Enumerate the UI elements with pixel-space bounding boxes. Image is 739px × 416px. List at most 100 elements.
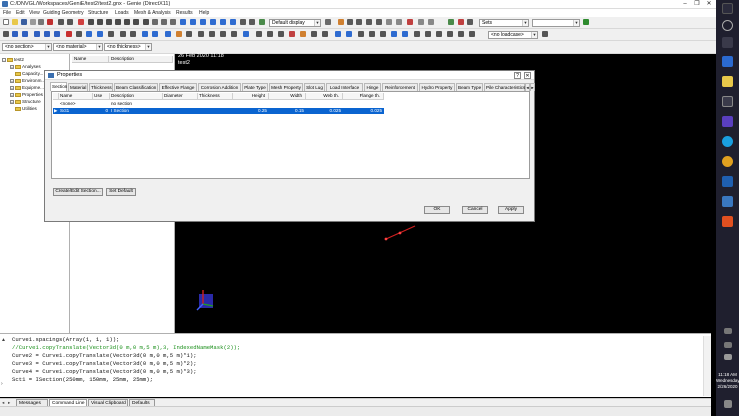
copy-icon[interactable] [30, 19, 36, 25]
beam-icon[interactable] [34, 31, 40, 37]
expand-icon[interactable]: + [10, 85, 14, 90]
menu-loads[interactable]: Loads [115, 10, 129, 16]
thickness-combo[interactable]: <no thickness> ▼ [104, 43, 152, 51]
surface-load-icon[interactable] [231, 31, 237, 37]
expand-icon[interactable]: + [10, 99, 14, 104]
menu-help[interactable]: Help [199, 10, 209, 16]
expand-icon[interactable]: + [10, 92, 14, 97]
dialog-close-button[interactable]: ✕ [524, 72, 531, 79]
tab-beam-type[interactable]: Beam Type [456, 83, 483, 91]
column-header-description[interactable]: Description [110, 93, 163, 100]
check-icon[interactable] [78, 19, 84, 25]
select-icon[interactable] [88, 19, 94, 25]
tree-item-utilities[interactable]: +Utilities [10, 106, 37, 111]
sets-icon[interactable] [448, 19, 454, 25]
menu-file[interactable]: File [3, 10, 11, 16]
clock-day[interactable]: Wednesday [716, 378, 739, 383]
render-icon[interactable] [230, 19, 236, 25]
tab-load-interface[interactable]: Load Interface [326, 83, 363, 91]
column-header-use[interactable]: Use [93, 93, 110, 100]
file-explorer-icon[interactable] [722, 76, 733, 87]
label-toggle-icon[interactable] [369, 31, 375, 37]
table-icon[interactable] [386, 19, 392, 25]
collapse-icon[interactable]: - [2, 57, 6, 62]
dimension-icon[interactable] [380, 31, 386, 37]
tab-section[interactable]: Section [50, 82, 67, 91]
curve-icon[interactable] [22, 31, 28, 37]
thickness-icon[interactable] [186, 31, 192, 37]
loadcase-combo[interactable]: <no loadcase> ▼ [488, 31, 538, 39]
compartment-icon[interactable] [425, 31, 431, 37]
iso-view-icon[interactable] [200, 19, 206, 25]
undo-icon[interactable] [58, 19, 64, 25]
tab-thickness[interactable]: Thickness [89, 83, 113, 91]
command-scrollbar[interactable] [703, 336, 711, 396]
open-folder-icon[interactable] [12, 19, 18, 25]
skype-icon[interactable] [722, 136, 733, 147]
point-load-icon[interactable] [209, 31, 215, 37]
apply-button[interactable]: Apply [498, 206, 524, 214]
equipment-icon[interactable] [414, 31, 420, 37]
grid-icon[interactable] [376, 19, 382, 25]
set-default-button[interactable]: Set Default [106, 188, 136, 196]
point-icon[interactable] [3, 31, 9, 37]
sets-add-icon[interactable] [467, 19, 473, 25]
print-icon[interactable] [38, 19, 44, 25]
people-icon[interactable] [724, 328, 732, 334]
maximize-button[interactable]: ❐ [691, 0, 703, 8]
view-z-icon[interactable] [170, 19, 176, 25]
tree-item-structure[interactable]: + Structure [10, 99, 41, 104]
wind-icon[interactable] [278, 31, 284, 37]
tab-mesh-property[interactable]: Mesh Property [269, 83, 303, 91]
measure-icon[interactable] [338, 19, 344, 25]
cube-icon[interactable] [180, 19, 186, 25]
material-icon[interactable] [176, 31, 182, 37]
tree-item-capacity[interactable]: +Capacity... [10, 71, 43, 76]
set-value-combo[interactable]: ▼ [532, 19, 580, 27]
chrome-icon[interactable] [722, 156, 733, 167]
create-edit-section-button[interactable]: Create/Edit Section... [53, 188, 103, 196]
column-header-diameter[interactable]: Diameter [163, 93, 198, 100]
display-settings-icon[interactable] [240, 19, 246, 25]
sets-remove-icon[interactable] [458, 19, 464, 25]
arrow-icon[interactable] [356, 19, 362, 25]
task-view-icon[interactable] [722, 37, 733, 48]
store-icon[interactable] [722, 96, 733, 107]
column-header-height[interactable]: Height [233, 93, 269, 100]
close-button[interactable]: ✕ [703, 0, 715, 8]
ok-button[interactable]: OK [424, 206, 450, 214]
tree-item-properties[interactable]: + Properties [10, 92, 43, 97]
tab-plate-type[interactable]: Plate Type [242, 83, 268, 91]
save-icon[interactable] [21, 19, 27, 25]
view-y-icon[interactable] [161, 19, 167, 25]
result-icon[interactable] [311, 31, 317, 37]
command-line-pane[interactable]: ▲ Curve1.spacings(Array(1, 1, 1)); //Cur… [0, 333, 711, 397]
element-icon[interactable] [346, 31, 352, 37]
table-row-selected[interactable]: ▶ Sct1 0 I Section 0.25 0.15 0.025 0.025 [53, 108, 384, 114]
display-edit-icon[interactable] [325, 19, 331, 25]
menu-guiding-geometry[interactable]: Guiding Geometry [43, 10, 84, 16]
line-load-icon[interactable] [220, 31, 226, 37]
pile-icon[interactable] [447, 31, 453, 37]
teams-icon[interactable] [722, 116, 733, 127]
run-icon[interactable] [583, 19, 589, 25]
zoom-icon[interactable] [115, 19, 121, 25]
tab-scroll-right-icon[interactable]: ▸ [530, 83, 535, 91]
snap-icon[interactable] [366, 19, 372, 25]
clock-date[interactable]: 2/26/2020 [716, 384, 739, 389]
wire-icon[interactable] [220, 19, 226, 25]
ok-icon[interactable] [259, 19, 265, 25]
remove-load-icon[interactable] [289, 31, 295, 37]
menu-view[interactable]: View [29, 10, 40, 16]
wave-icon[interactable] [267, 31, 273, 37]
tab-hydro-property[interactable]: Hydro Property [419, 83, 455, 91]
column-header-name[interactable]: Name [59, 93, 93, 100]
plate-icon[interactable] [44, 31, 50, 37]
cancel-button[interactable]: Cancel [462, 206, 488, 214]
section-combo[interactable]: <no section> ▼ [2, 43, 52, 51]
column-header-thickness[interactable]: Thickness [198, 93, 233, 100]
help-button[interactable]: ? [514, 72, 521, 79]
pan-icon[interactable] [97, 19, 103, 25]
tree-root[interactable]: - test2 [2, 57, 24, 62]
dialog-title-bar[interactable]: Properties ? ✕ [45, 71, 534, 80]
